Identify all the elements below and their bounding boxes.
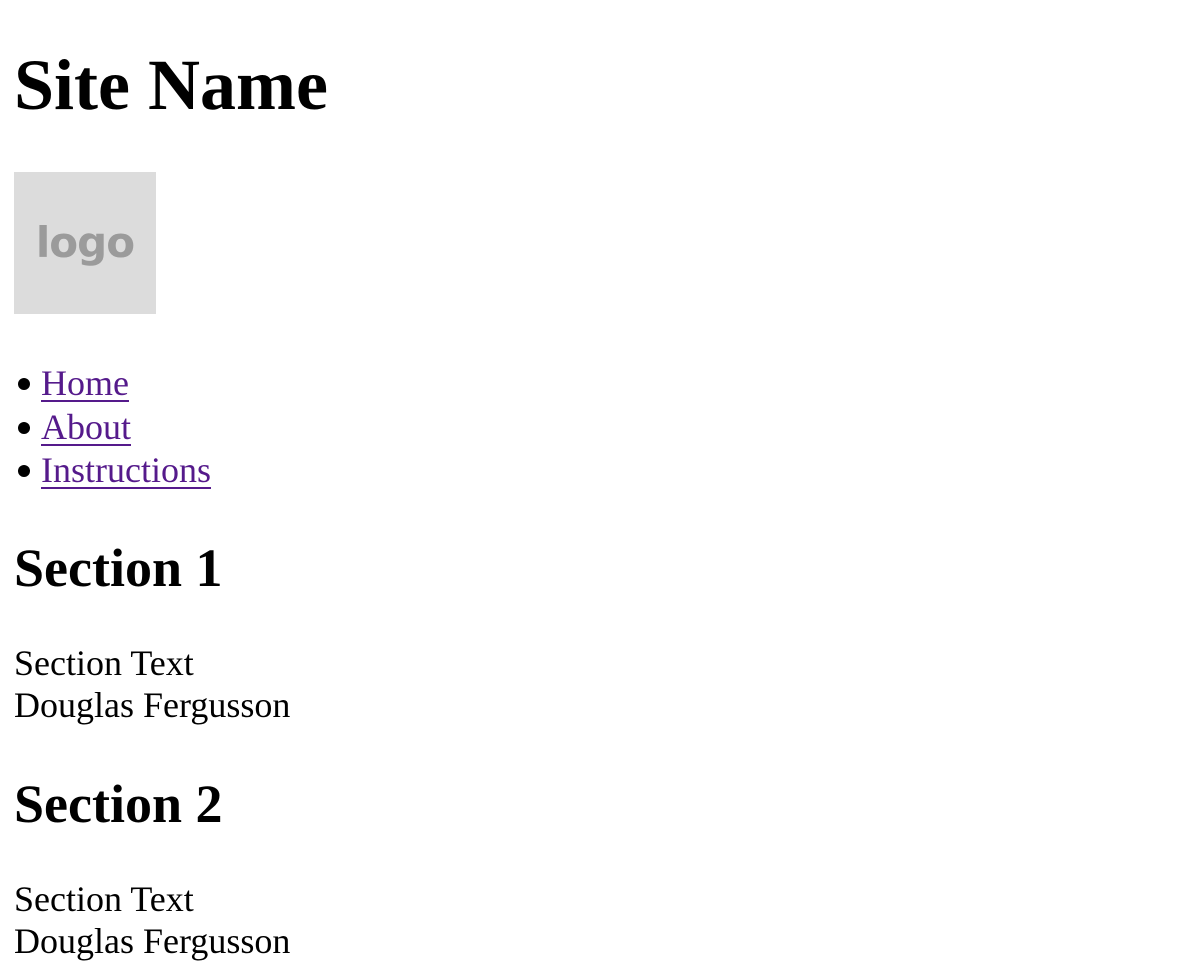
- section-1-author: Douglas Fergusson: [14, 685, 291, 725]
- logo-image: logo: [14, 172, 156, 314]
- site-title: Site Name: [14, 45, 328, 125]
- main-nav: Home About Instructions: [18, 362, 211, 493]
- bullet-icon: [18, 378, 30, 390]
- section-2-author: Douglas Fergusson: [14, 921, 291, 961]
- logo-text: logo: [35, 218, 135, 267]
- section-1-text: Section Text: [14, 643, 194, 683]
- nav-item-about: About: [18, 406, 211, 450]
- nav-link-instructions[interactable]: Instructions: [41, 450, 211, 490]
- bullet-icon: [18, 421, 30, 434]
- nav-item-home: Home: [18, 362, 211, 406]
- section-2-text: Section Text: [14, 879, 194, 919]
- section-1-heading: Section 1: [14, 538, 223, 598]
- nav-link-about[interactable]: About: [41, 407, 131, 447]
- section-2-heading: Section 2: [14, 774, 223, 834]
- bullet-icon: [18, 465, 30, 477]
- nav-link-home[interactable]: Home: [41, 363, 129, 403]
- nav-item-instructions: Instructions: [18, 449, 211, 493]
